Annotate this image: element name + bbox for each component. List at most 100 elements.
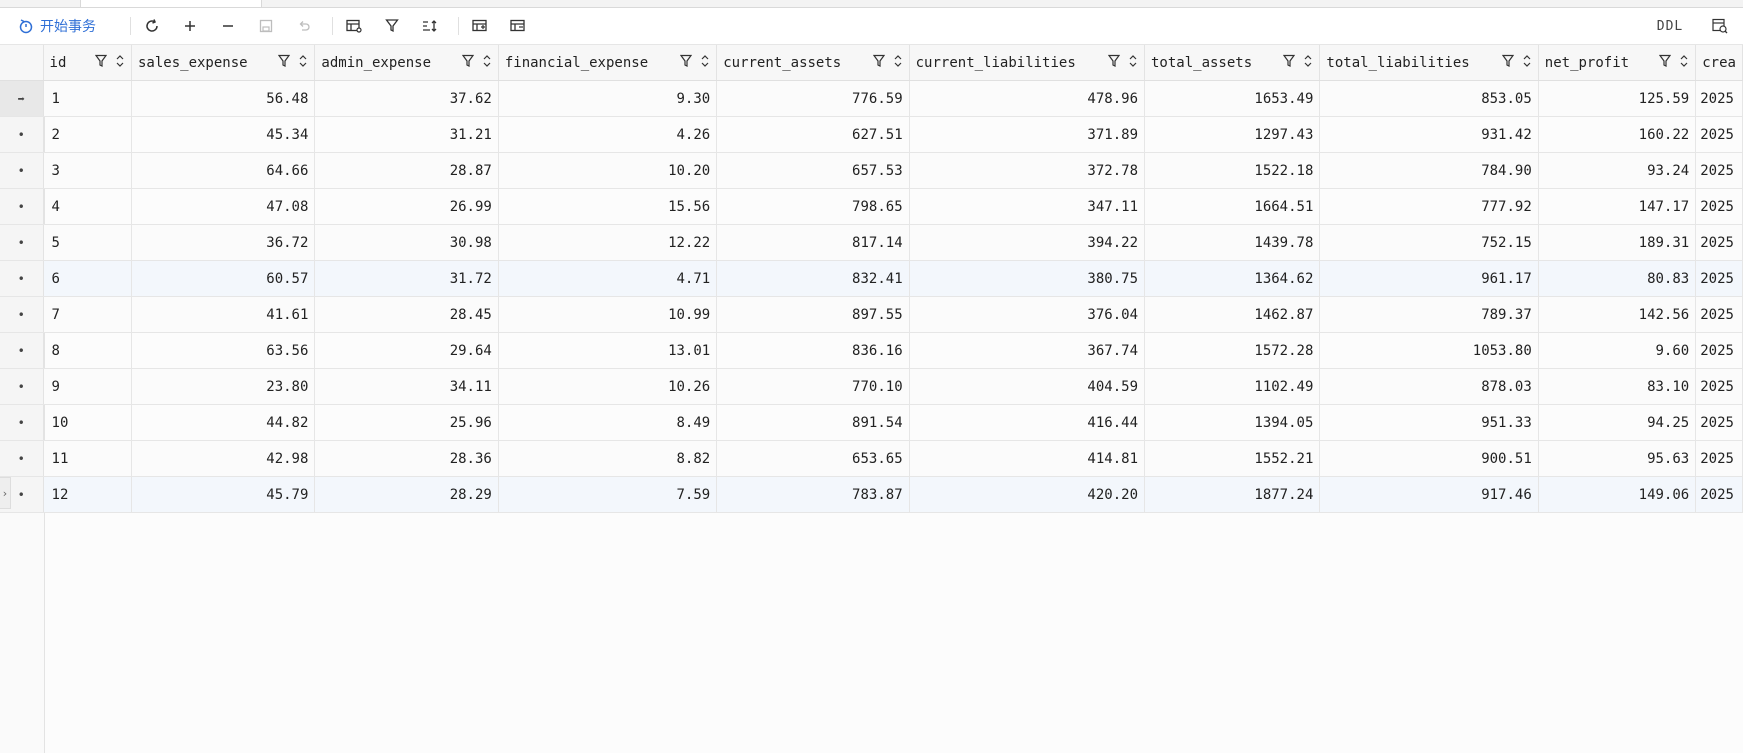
cell-total_assets[interactable]: 1102.49 <box>1144 368 1321 405</box>
cell-id[interactable]: 10 <box>43 404 133 441</box>
row-marker[interactable]: • <box>0 332 44 369</box>
delete-row-button[interactable] <box>218 8 238 44</box>
active-tab[interactable] <box>80 0 262 7</box>
cell-financial_expense[interactable]: 7.59 <box>498 476 718 513</box>
cell-id[interactable]: 8 <box>43 332 133 369</box>
cell-total_liabilities[interactable]: 777.92 <box>1319 188 1539 225</box>
row-marker[interactable]: • <box>0 188 44 225</box>
cell-total_assets[interactable]: 1572.28 <box>1144 332 1321 369</box>
cell-total_assets[interactable]: 1364.62 <box>1144 260 1321 297</box>
column-header-created[interactable]: crea <box>1695 45 1743 81</box>
cell-total_liabilities[interactable]: 853.05 <box>1319 80 1539 117</box>
add-row-button[interactable] <box>180 8 200 44</box>
filter-button[interactable] <box>382 8 402 44</box>
column-filter-button[interactable] <box>94 54 108 72</box>
cell-id[interactable]: 4 <box>43 188 133 225</box>
save-button[interactable] <box>256 8 276 44</box>
cell-id[interactable]: 9 <box>43 368 133 405</box>
table-row[interactable]: • 4 47.08 26.99 15.56 798.65 347.11 1664.51 777.… <box>0 188 1743 225</box>
cell-current_liabilities[interactable]: 347.11 <box>909 188 1146 225</box>
cell-sales_expense[interactable]: 56.48 <box>131 80 316 117</box>
cell-net_profit[interactable]: 83.10 <box>1538 368 1697 405</box>
cell-net_profit[interactable]: 160.22 <box>1538 116 1697 153</box>
row-marker[interactable]: • <box>0 368 44 405</box>
column-header-current_liabilities[interactable]: current_liabilities <box>909 45 1146 81</box>
cell-admin_expense[interactable]: 28.45 <box>314 296 499 333</box>
cell-net_profit[interactable]: 95.63 <box>1538 440 1697 477</box>
column-header-net_profit[interactable]: net_profit <box>1538 45 1697 81</box>
cell-current_assets[interactable]: 653.65 <box>716 440 910 477</box>
cell-created[interactable]: 2025 <box>1695 296 1743 333</box>
column-header-sales_expense[interactable]: sales_expense <box>131 45 316 81</box>
cell-sales_expense[interactable]: 45.79 <box>131 476 316 513</box>
add-column-button[interactable] <box>470 8 490 44</box>
cell-sales_expense[interactable]: 23.80 <box>131 368 316 405</box>
cell-created[interactable]: 2025 <box>1695 404 1743 441</box>
cell-net_profit[interactable]: 147.17 <box>1538 188 1697 225</box>
table-row[interactable]: • 7 41.61 28.45 10.99 897.55 376.04 1462.87 789.… <box>0 296 1743 333</box>
cell-current_assets[interactable]: 836.16 <box>716 332 910 369</box>
sort-button[interactable] <box>420 8 440 44</box>
cell-admin_expense[interactable]: 31.21 <box>314 116 499 153</box>
cell-admin_expense[interactable]: 37.62 <box>314 80 499 117</box>
column-filter-button[interactable] <box>1659 54 1672 72</box>
cell-financial_expense[interactable]: 10.26 <box>498 368 718 405</box>
column-sort-button[interactable] <box>700 54 710 72</box>
cell-total_assets[interactable]: 1462.87 <box>1144 296 1321 333</box>
cell-current_assets[interactable]: 798.65 <box>716 188 910 225</box>
column-header-id[interactable]: id <box>43 45 133 81</box>
cell-created[interactable]: 2025 <box>1695 476 1743 513</box>
column-filter-button[interactable] <box>1501 54 1514 72</box>
cell-current_assets[interactable]: 897.55 <box>716 296 910 333</box>
cell-current_assets[interactable]: 657.53 <box>716 152 910 189</box>
column-filter-button[interactable] <box>1283 54 1296 72</box>
cell-sales_expense[interactable]: 36.72 <box>131 224 316 261</box>
table-row[interactable]: ➡ 1 56.48 37.62 9.30 776.59 478.96 1653.49 853.0… <box>0 80 1743 117</box>
row-marker[interactable]: • <box>0 152 44 189</box>
cell-total_liabilities[interactable]: 784.90 <box>1319 152 1539 189</box>
cell-admin_expense[interactable]: 28.87 <box>314 152 499 189</box>
cell-total_assets[interactable]: 1552.21 <box>1144 440 1321 477</box>
cell-current_assets[interactable]: 770.10 <box>716 368 910 405</box>
cell-net_profit[interactable]: 125.59 <box>1538 80 1697 117</box>
cell-financial_expense[interactable]: 9.30 <box>498 80 718 117</box>
cell-created[interactable]: 2025 <box>1695 260 1743 297</box>
cell-current_liabilities[interactable]: 380.75 <box>909 260 1146 297</box>
cell-admin_expense[interactable]: 28.29 <box>314 476 499 513</box>
cell-id[interactable]: 1 <box>43 80 133 117</box>
cell-admin_expense[interactable]: 28.36 <box>314 440 499 477</box>
cell-current_assets[interactable]: 783.87 <box>716 476 910 513</box>
cell-id[interactable]: 5 <box>43 224 133 261</box>
cell-admin_expense[interactable]: 25.96 <box>314 404 499 441</box>
cell-total_assets[interactable]: 1394.05 <box>1144 404 1321 441</box>
cell-total_liabilities[interactable]: 1053.80 <box>1319 332 1539 369</box>
row-marker[interactable]: • <box>0 440 44 477</box>
cell-current_liabilities[interactable]: 404.59 <box>909 368 1146 405</box>
column-filter-button[interactable] <box>872 54 885 72</box>
cell-admin_expense[interactable]: 26.99 <box>314 188 499 225</box>
column-sort-button[interactable] <box>1522 54 1532 72</box>
cell-financial_expense[interactable]: 8.82 <box>498 440 718 477</box>
begin-transaction-button[interactable]: 开始事务 <box>18 8 118 44</box>
table-row[interactable]: • 8 63.56 29.64 13.01 836.16 367.74 1572.28 1053… <box>0 332 1743 369</box>
cell-financial_expense[interactable]: 10.20 <box>498 152 718 189</box>
table-row[interactable]: • 6 60.57 31.72 4.71 832.41 380.75 1364.62 961.1… <box>0 260 1743 297</box>
cell-financial_expense[interactable]: 13.01 <box>498 332 718 369</box>
cell-current_liabilities[interactable]: 372.78 <box>909 152 1146 189</box>
cell-sales_expense[interactable]: 60.57 <box>131 260 316 297</box>
cell-total_assets[interactable]: 1664.51 <box>1144 188 1321 225</box>
cell-sales_expense[interactable]: 42.98 <box>131 440 316 477</box>
cell-total_liabilities[interactable]: 900.51 <box>1319 440 1539 477</box>
cell-sales_expense[interactable]: 47.08 <box>131 188 316 225</box>
column-sort-button[interactable] <box>1128 54 1138 72</box>
row-marker[interactable]: • <box>0 260 44 297</box>
cell-current_assets[interactable]: 817.14 <box>716 224 910 261</box>
row-marker[interactable]: • <box>0 404 44 441</box>
cell-financial_expense[interactable]: 10.99 <box>498 296 718 333</box>
cell-current_liabilities[interactable]: 478.96 <box>909 80 1146 117</box>
cell-total_liabilities[interactable]: 961.17 <box>1319 260 1539 297</box>
column-sort-button[interactable] <box>298 54 308 72</box>
cell-total_assets[interactable]: 1653.49 <box>1144 80 1321 117</box>
cell-current_assets[interactable]: 832.41 <box>716 260 910 297</box>
cell-current_liabilities[interactable]: 367.74 <box>909 332 1146 369</box>
